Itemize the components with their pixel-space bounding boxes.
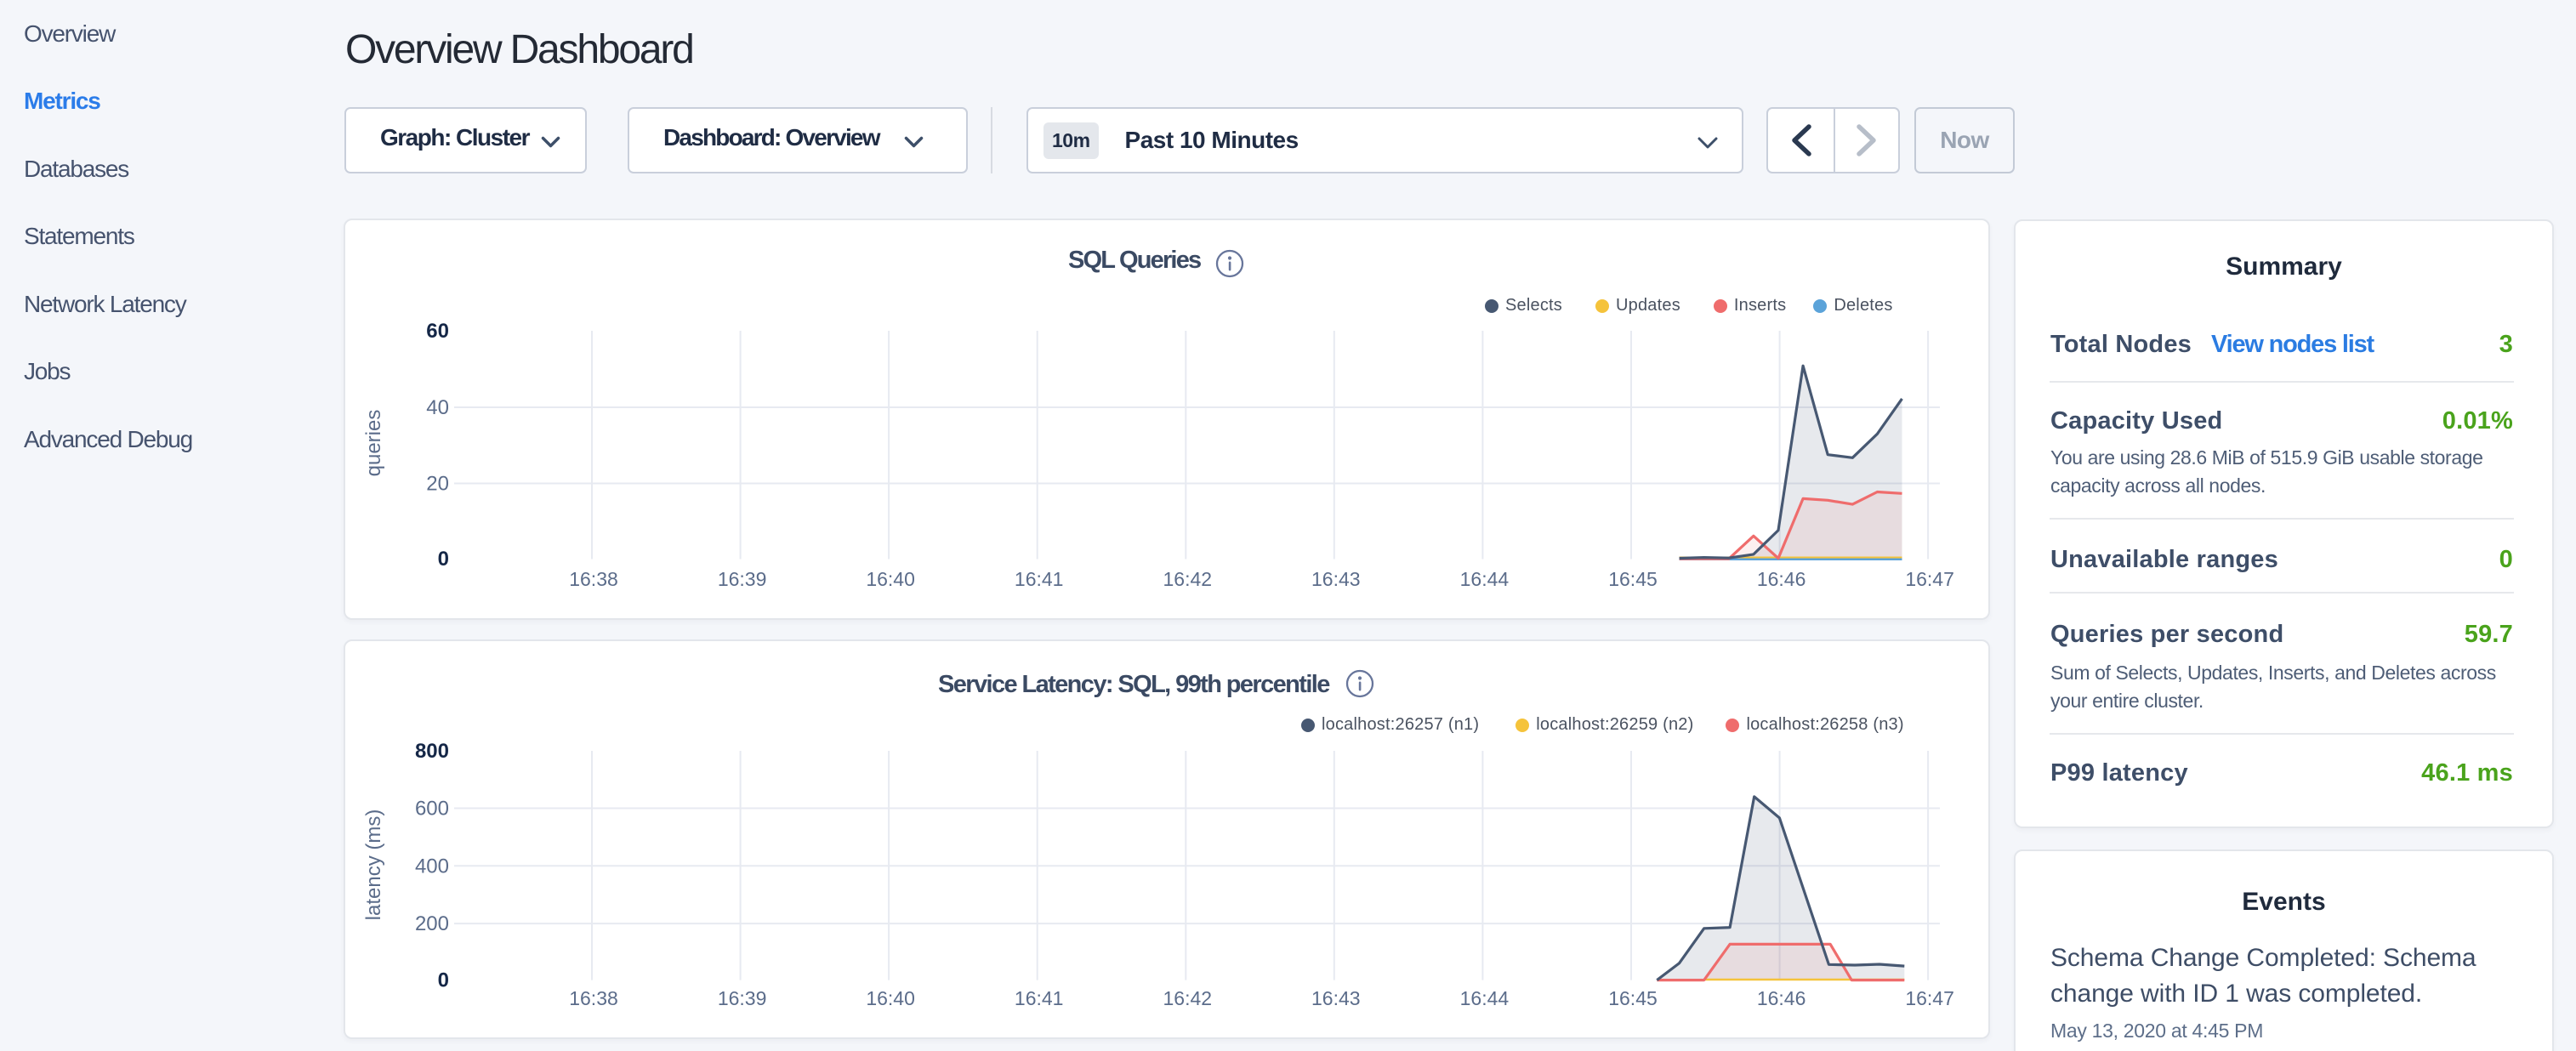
svg-text:16:47: 16:47 — [1905, 987, 1954, 1009]
svg-text:16:38: 16:38 — [569, 987, 618, 1009]
svg-text:16:44: 16:44 — [1460, 987, 1510, 1009]
svg-text:400: 400 — [415, 855, 449, 878]
svg-text:latency (ms): latency (ms) — [362, 810, 385, 921]
svg-text:16:45: 16:45 — [1608, 568, 1658, 590]
svg-text:16:39: 16:39 — [718, 568, 767, 590]
svg-text:16:41: 16:41 — [1015, 568, 1064, 590]
svg-text:16:47: 16:47 — [1905, 568, 1954, 590]
svg-text:16:46: 16:46 — [1757, 987, 1806, 1009]
svg-text:16:40: 16:40 — [866, 568, 915, 590]
svg-text:16:45: 16:45 — [1608, 987, 1658, 1009]
svg-text:16:44: 16:44 — [1460, 568, 1510, 590]
svg-text:16:42: 16:42 — [1163, 987, 1213, 1009]
svg-text:16:40: 16:40 — [866, 987, 915, 1009]
svg-text:200: 200 — [415, 912, 449, 935]
svg-text:16:43: 16:43 — [1311, 568, 1361, 590]
svg-text:600: 600 — [415, 798, 449, 821]
svg-text:16:38: 16:38 — [569, 568, 618, 590]
svg-text:40: 40 — [426, 396, 449, 419]
svg-text:16:39: 16:39 — [718, 987, 767, 1009]
svg-text:20: 20 — [426, 473, 449, 496]
svg-text:16:41: 16:41 — [1015, 987, 1064, 1009]
svg-text:60: 60 — [426, 320, 449, 343]
svg-text:0: 0 — [438, 548, 449, 571]
svg-text:0: 0 — [438, 969, 449, 992]
svg-text:16:46: 16:46 — [1757, 568, 1806, 590]
svg-text:queries: queries — [362, 410, 385, 477]
svg-text:16:42: 16:42 — [1163, 568, 1213, 590]
svg-text:800: 800 — [415, 740, 449, 763]
svg-text:16:43: 16:43 — [1311, 987, 1361, 1009]
